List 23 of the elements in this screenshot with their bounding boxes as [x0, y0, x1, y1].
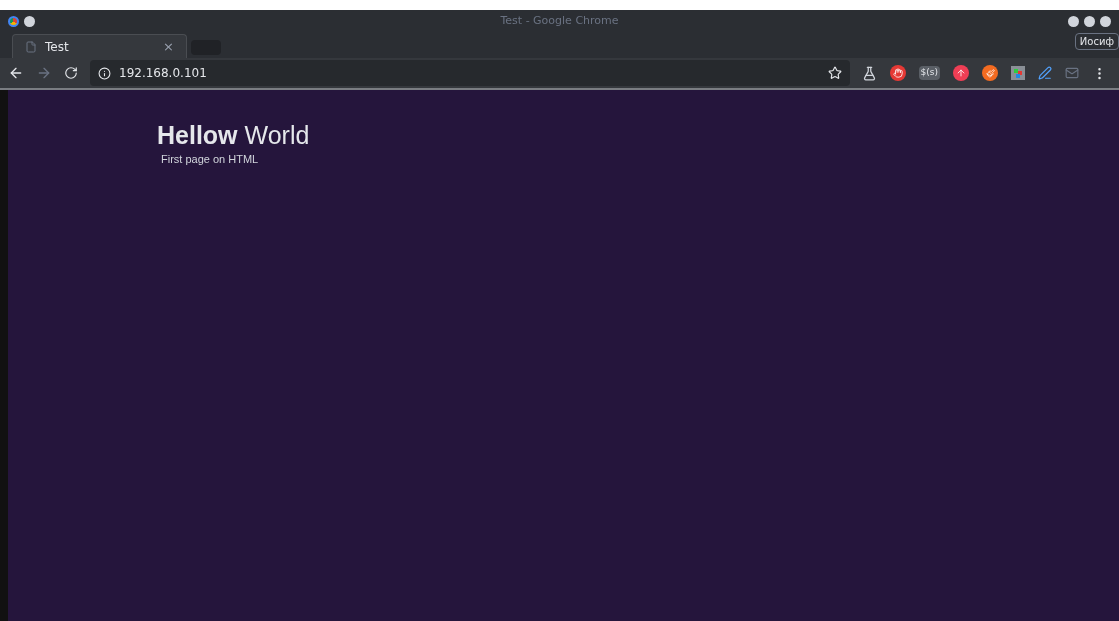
- address-bar[interactable]: 192.168.0.101: [90, 60, 850, 86]
- info-icon[interactable]: [98, 66, 111, 80]
- star-icon[interactable]: [827, 66, 842, 80]
- arrow-up-icon[interactable]: [953, 65, 969, 81]
- hand-icon[interactable]: [889, 65, 906, 81]
- browser-tab[interactable]: Test ×: [12, 34, 187, 58]
- close-icon[interactable]: ×: [163, 36, 174, 57]
- chrome-logo-icon: [8, 15, 19, 27]
- brush-icon[interactable]: [982, 65, 998, 81]
- color-grid-icon[interactable]: [1011, 66, 1025, 80]
- page-heading: Hellow World: [157, 120, 311, 151]
- profile-button[interactable]: Иосиф: [1074, 33, 1119, 50]
- mail-icon[interactable]: [1065, 66, 1079, 80]
- page-subtitle: First page on HTML: [160, 152, 260, 168]
- reload-icon[interactable]: [64, 66, 78, 80]
- tab-title: Test: [45, 38, 69, 56]
- window-title: Test - Google Chrome: [500, 12, 619, 29]
- pen-icon[interactable]: [1038, 66, 1052, 80]
- page-icon: [25, 40, 37, 53]
- back-icon[interactable]: [8, 65, 24, 81]
- dollar-extension[interactable]: $(s): [918, 66, 940, 80]
- flask-icon[interactable]: [861, 65, 877, 81]
- url-text: 192.168.0.101: [119, 65, 207, 82]
